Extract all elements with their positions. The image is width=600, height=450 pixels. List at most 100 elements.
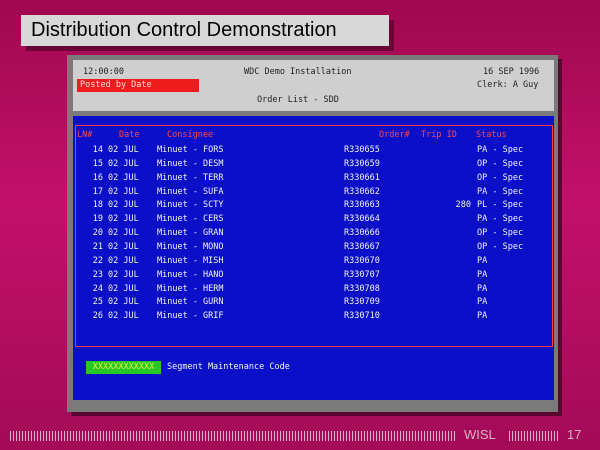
- slide-title: Distribution Control Demonstration: [31, 19, 337, 41]
- cell-order: R330664: [344, 214, 380, 225]
- cell-order: R330659: [344, 158, 380, 169]
- col-header-order: Order#: [379, 130, 410, 140]
- header-date: 16 SEP 1996: [483, 67, 540, 77]
- cell-consignee: Minuet - MONO: [157, 241, 224, 252]
- cell-date: 02 JUL: [108, 311, 139, 322]
- table-row[interactable]: 21 02 JUL Minuet - MONO R330667 OP - Spec: [73, 241, 554, 254]
- cell-status: PA: [477, 311, 488, 322]
- cell-trip: 280: [455, 200, 471, 211]
- table-row[interactable]: 20 02 JUL Minuet - GRAN R330666 OP - Spec: [73, 227, 554, 240]
- col-header-trip: Trip ID: [421, 130, 457, 140]
- footer-org: WISL: [464, 427, 496, 442]
- cell-status: PA - Spec: [477, 145, 524, 155]
- cell-date: 02 JUL: [108, 145, 139, 155]
- segment-code-label: Segment Maintenance Code: [167, 362, 290, 372]
- cell-ln: 21: [92, 241, 103, 252]
- cell-consignee: Minuet - GRIF: [157, 311, 224, 322]
- cell-status: PL - Spec: [477, 200, 524, 211]
- cell-status: PA: [477, 255, 488, 266]
- cell-order: R330667: [344, 241, 380, 252]
- cell-date: 02 JUL: [108, 158, 139, 169]
- table-row[interactable]: 23 02 JUL Minuet - HANO R330707 PA: [73, 269, 554, 282]
- cell-date: 02 JUL: [108, 283, 139, 294]
- cell-date: 02 JUL: [108, 186, 139, 197]
- cell-ln: 16: [92, 172, 103, 183]
- table-row[interactable]: 26 02 JUL Minuet - GRIF R330710 PA: [73, 310, 554, 323]
- header-clerk: Clerk: A Guy: [477, 80, 539, 90]
- cell-status: OP - Spec: [477, 172, 524, 183]
- table-row[interactable]: 15 02 JUL Minuet - DESM R330659 OP - Spec: [73, 158, 554, 171]
- cell-consignee: Minuet - GURN: [157, 297, 224, 308]
- cell-order: R330666: [344, 228, 380, 239]
- cell-ln: 14: [92, 145, 103, 155]
- cell-order: R330708: [344, 283, 380, 294]
- screen-title: Order List - SDD: [257, 95, 339, 105]
- cell-order: R330670: [344, 255, 380, 266]
- cell-ln: 22: [92, 255, 103, 266]
- cell-consignee: Minuet - MISH: [157, 255, 224, 266]
- table-row[interactable]: 19 02 JUL Minuet - CERS R330664 PA - Spec: [73, 213, 554, 226]
- cell-status: OP - Spec: [477, 241, 524, 252]
- cell-order: R330655: [344, 145, 380, 155]
- cell-order: R330661: [344, 172, 380, 183]
- cell-ln: 20: [92, 228, 103, 239]
- status-badge: Posted by Date: [77, 79, 199, 92]
- col-header-line: LN#: [77, 130, 93, 140]
- cell-order: R330710: [344, 311, 380, 322]
- cell-status: PA: [477, 283, 488, 294]
- segment-code-field[interactable]: XXXXXXXXXXXX: [86, 361, 161, 374]
- cell-ln: 26: [92, 311, 103, 322]
- terminal-header: 12:00:00 WDC Demo Installation 16 SEP 19…: [73, 60, 554, 111]
- cell-ln: 19: [92, 214, 103, 225]
- cell-date: 02 JUL: [108, 241, 139, 252]
- cell-date: 02 JUL: [108, 172, 139, 183]
- cell-consignee: Minuet - TERR: [157, 172, 224, 183]
- header-app-title: WDC Demo Installation: [244, 67, 352, 77]
- cell-consignee: Minuet - HERM: [157, 283, 224, 294]
- cell-status: PA: [477, 269, 488, 280]
- table-row[interactable]: 14 02 JUL Minuet - FORS R330655 PA - Spec: [73, 144, 554, 157]
- cell-consignee: Minuet - SCTY: [157, 200, 224, 211]
- table-row[interactable]: 17 02 JUL Minuet - SUFA R330662 PA - Spec: [73, 186, 554, 199]
- header-time: 12:00:00: [83, 67, 124, 77]
- cell-ln: 23: [92, 269, 103, 280]
- footer-decor-bar: [10, 431, 456, 441]
- cell-date: 02 JUL: [108, 269, 139, 280]
- cell-date: 02 JUL: [108, 297, 139, 308]
- cell-date: 02 JUL: [108, 200, 139, 211]
- cell-order: R330707: [344, 269, 380, 280]
- cell-order: R330663: [344, 200, 380, 211]
- table-row[interactable]: 24 02 JUL Minuet - HERM R330708 PA: [73, 283, 554, 296]
- cell-ln: 15: [92, 158, 103, 169]
- cell-consignee: Minuet - CERS: [157, 214, 224, 225]
- cell-status: PA - Spec: [477, 186, 524, 197]
- col-header-consignee: Consignee: [167, 130, 214, 140]
- cell-status: PA: [477, 297, 488, 308]
- cell-order: R330709: [344, 297, 380, 308]
- cell-status: OP - Spec: [477, 158, 524, 169]
- cell-status: PA - Spec: [477, 214, 524, 225]
- table-row[interactable]: 16 02 JUL Minuet - TERR R330661 OP - Spec: [73, 172, 554, 185]
- cell-ln: 18: [92, 200, 103, 211]
- cell-ln: 25: [92, 297, 103, 308]
- cell-consignee: Minuet - GRAN: [157, 228, 224, 239]
- cell-date: 02 JUL: [108, 228, 139, 239]
- cell-consignee: Minuet - SUFA: [157, 186, 224, 197]
- table-row[interactable]: 22 02 JUL Minuet - MISH R330670 PA: [73, 255, 554, 268]
- cell-consignee: Minuet - DESM: [157, 158, 224, 169]
- table-row[interactable]: 18 02 JUL Minuet - SCTY R330663 280 PL - Spec: [73, 199, 554, 212]
- table-row[interactable]: 25 02 JUL Minuet - GURN R330709 PA: [73, 296, 554, 309]
- cell-date: 02 JUL: [108, 214, 139, 225]
- cell-consignee: Minuet - FORS: [157, 145, 224, 155]
- cell-ln: 24: [92, 283, 103, 294]
- col-header-status: Status: [476, 130, 507, 140]
- col-header-date: Date: [119, 130, 140, 140]
- order-list-panel: LN# Date Consignee Order# Trip ID Status…: [73, 116, 554, 400]
- cell-consignee: Minuet - HANO: [157, 269, 224, 280]
- cell-status: OP - Spec: [477, 228, 524, 239]
- page-number: 17: [567, 427, 582, 442]
- cell-ln: 17: [92, 186, 103, 197]
- cell-date: 02 JUL: [108, 255, 139, 266]
- cell-order: R330662: [344, 186, 380, 197]
- footer-decor-bar-right: [509, 431, 559, 441]
